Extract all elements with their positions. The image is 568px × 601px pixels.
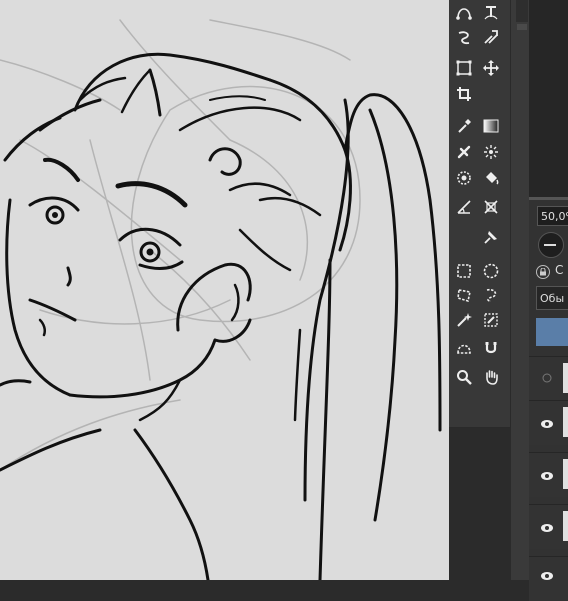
eyedropper-icon[interactable] bbox=[453, 115, 475, 137]
layer-row[interactable] bbox=[529, 356, 568, 401]
layer-thumbnail bbox=[563, 363, 568, 393]
move-icon[interactable] bbox=[480, 57, 502, 79]
colorize-mask-icon[interactable] bbox=[480, 141, 502, 163]
freehand-path-icon[interactable] bbox=[453, 26, 475, 48]
rect-select-icon[interactable] bbox=[453, 260, 475, 282]
layer-row[interactable] bbox=[529, 504, 568, 549]
bezier-icon[interactable] bbox=[453, 1, 475, 23]
toolbox-panel bbox=[449, 0, 511, 428]
layers-docker-header bbox=[529, 0, 568, 200]
lock-icon[interactable] bbox=[536, 265, 550, 279]
transform-icon[interactable] bbox=[453, 57, 475, 79]
magic-wand-icon[interactable] bbox=[453, 309, 475, 331]
dynamic-brush-icon[interactable] bbox=[480, 26, 502, 48]
layer-thumbnail bbox=[563, 459, 568, 489]
layer-row[interactable] bbox=[529, 400, 568, 445]
layer-thumbnail bbox=[563, 511, 568, 541]
enclose-fill-icon[interactable] bbox=[453, 167, 475, 189]
bezier-select-icon[interactable] bbox=[453, 337, 475, 359]
path-text-icon[interactable] bbox=[480, 1, 502, 23]
zoom-icon[interactable] bbox=[453, 366, 475, 388]
crop-icon[interactable] bbox=[453, 83, 475, 105]
hidden-eye-icon[interactable] bbox=[540, 373, 554, 383]
layer-row[interactable] bbox=[529, 452, 568, 497]
docker-divider bbox=[529, 197, 568, 200]
sketch-artwork bbox=[0, 19, 442, 580]
layer-row[interactable] bbox=[529, 556, 568, 601]
layer-thumbnail bbox=[563, 407, 568, 437]
similar-select-icon[interactable] bbox=[480, 309, 502, 331]
pan-icon[interactable] bbox=[480, 366, 502, 388]
freehand-select-icon[interactable] bbox=[480, 284, 502, 306]
measure-icon[interactable] bbox=[453, 196, 475, 218]
panel-gutter bbox=[511, 0, 529, 580]
drawing-canvas[interactable] bbox=[0, 0, 449, 580]
ellipse-select-icon[interactable] bbox=[480, 260, 502, 282]
selected-layer-row[interactable] bbox=[536, 318, 568, 346]
reference-pin-icon[interactable] bbox=[480, 226, 502, 248]
eye-icon[interactable] bbox=[540, 523, 554, 533]
assistant-icon[interactable] bbox=[480, 196, 502, 218]
eye-icon[interactable] bbox=[540, 419, 554, 429]
eye-icon[interactable] bbox=[540, 471, 554, 481]
panel-gutter-marker bbox=[517, 24, 527, 30]
gradient-icon[interactable] bbox=[480, 115, 502, 137]
magnetic-select-icon[interactable] bbox=[480, 337, 502, 359]
opacity-field[interactable]: 50,0% bbox=[537, 206, 568, 226]
panel-gutter-handle[interactable] bbox=[516, 0, 528, 22]
blend-mode-select[interactable]: Обы bbox=[536, 286, 568, 310]
smart-patch-icon[interactable] bbox=[453, 141, 475, 163]
fill-bucket-icon[interactable] bbox=[480, 167, 502, 189]
polygon-select-icon[interactable] bbox=[453, 284, 475, 306]
lock-label: С bbox=[555, 263, 564, 277]
layer-style-dial[interactable] bbox=[538, 232, 564, 258]
